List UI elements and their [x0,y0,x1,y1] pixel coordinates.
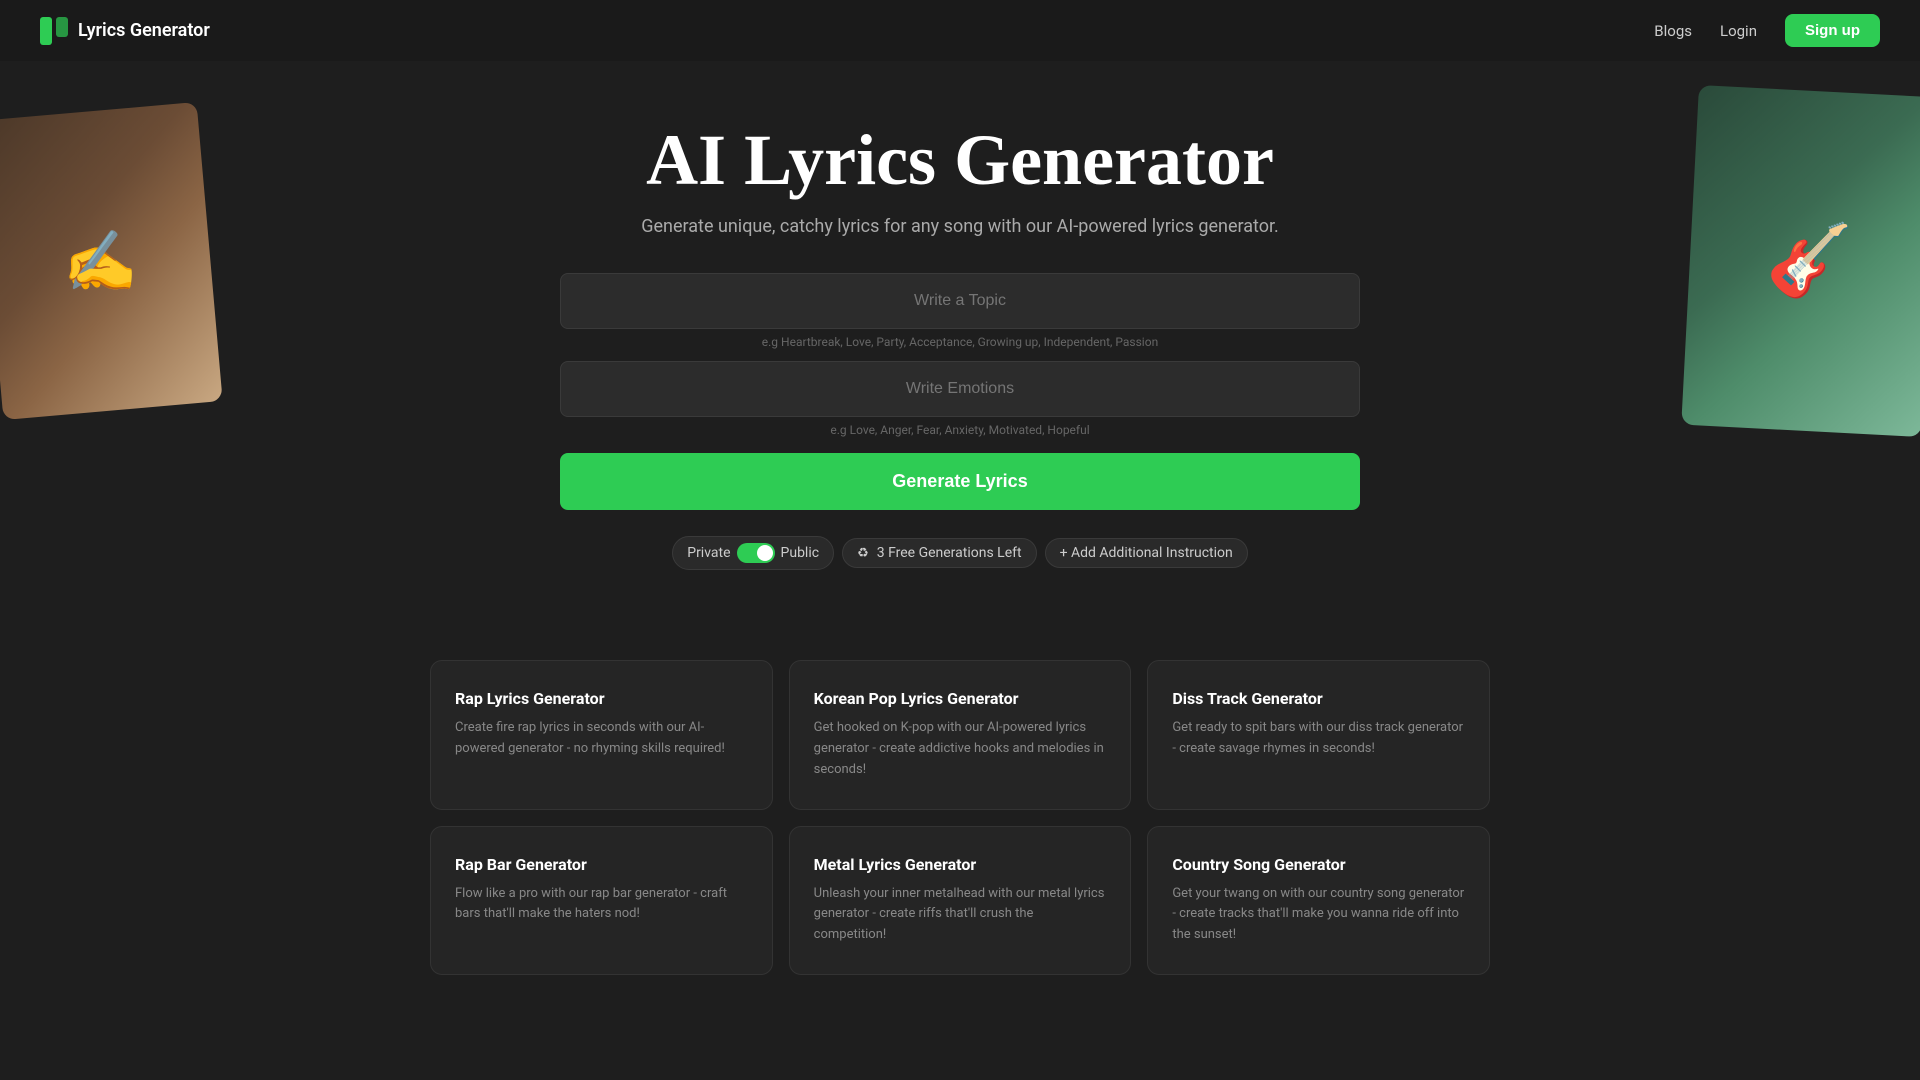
toggle-slider [737,543,775,563]
card-title: Metal Lyrics Generator [814,855,1107,874]
emotions-hint: e.g Love, Anger, Fear, Anxiety, Motivate… [560,423,1360,437]
hero-subtitle: Generate unique, catchy lyrics for any s… [20,216,1900,237]
logo[interactable]: Lyrics Generator [40,17,210,45]
card-title: Korean Pop Lyrics Generator [814,689,1107,708]
generate-lyrics-button[interactable]: Generate Lyrics [560,453,1360,510]
hero-right-image [1681,85,1920,437]
hero-title: AI Lyrics Generator [20,121,1900,200]
nav-right: Blogs Login Sign up [1654,14,1880,47]
card-desc: Unleash your inner metalhead with our me… [814,884,1107,946]
topic-input[interactable] [560,273,1360,329]
recycle-icon: ♻ [857,546,869,561]
free-generations-pill[interactable]: ♻ 3 Free Generations Left [842,538,1037,568]
card-title: Rap Lyrics Generator [455,689,748,708]
card-desc: Get hooked on K-pop with our AI-powered … [814,718,1107,780]
generator-card[interactable]: Rap Lyrics Generator Create fire rap lyr… [430,660,773,809]
hero-section: AI Lyrics Generator Generate unique, cat… [0,61,1920,610]
logo-icon [40,17,68,45]
public-label: Public [781,545,820,561]
login-link[interactable]: Login [1720,22,1757,40]
card-title: Diss Track Generator [1172,689,1465,708]
hero-left-image [0,102,223,420]
add-instruction-pill[interactable]: + Add Additional Instruction [1045,538,1248,568]
signup-button[interactable]: Sign up [1785,14,1880,47]
lyrics-form: e.g Heartbreak, Love, Party, Acceptance,… [560,273,1360,570]
emotions-input[interactable] [560,361,1360,417]
card-title: Country Song Generator [1172,855,1465,874]
navbar: Lyrics Generator Blogs Login Sign up [0,0,1920,61]
card-desc: Get ready to spit bars with our diss tra… [1172,718,1465,760]
generator-cards-section: Rap Lyrics Generator Create fire rap lyr… [410,660,1510,975]
private-label: Private [687,545,730,561]
card-desc: Create fire rap lyrics in seconds with o… [455,718,748,760]
generator-card[interactable]: Diss Track Generator Get ready to spit b… [1147,660,1490,809]
generator-card[interactable]: Metal Lyrics Generator Unleash your inne… [789,826,1132,975]
generator-card[interactable]: Rap Bar Generator Flow like a pro with o… [430,826,773,975]
topic-hint: e.g Heartbreak, Love, Party, Acceptance,… [560,335,1360,349]
generator-card[interactable]: Korean Pop Lyrics Generator Get hooked o… [789,660,1132,809]
blogs-link[interactable]: Blogs [1654,22,1692,40]
free-generations-label: 3 Free Generations Left [877,545,1022,561]
logo-text: Lyrics Generator [78,20,210,41]
card-title: Rap Bar Generator [455,855,748,874]
options-row: Private Public ♻ 3 Free Generations Left… [560,536,1360,570]
card-desc: Get your twang on with our country song … [1172,884,1465,946]
generator-card[interactable]: Country Song Generator Get your twang on… [1147,826,1490,975]
add-instruction-label: + Add Additional Instruction [1060,545,1233,561]
visibility-toggle[interactable] [737,543,775,563]
visibility-toggle-pill: Private Public [672,536,834,570]
card-desc: Flow like a pro with our rap bar generat… [455,884,748,926]
